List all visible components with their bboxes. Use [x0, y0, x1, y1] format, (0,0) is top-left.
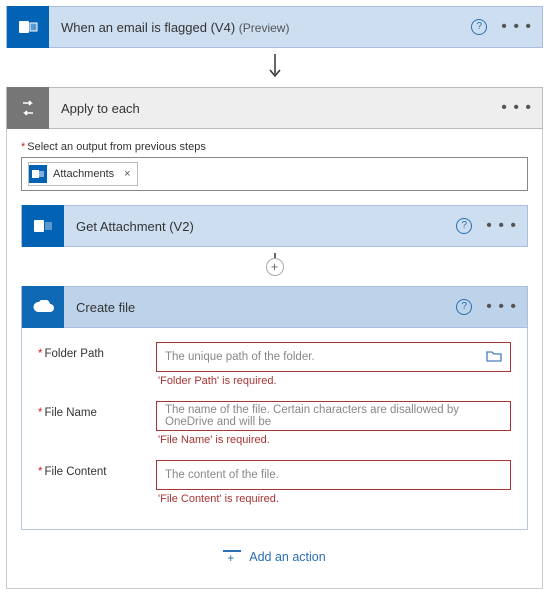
help-icon[interactable]: ?	[471, 19, 487, 35]
file-content-label: *File Content	[38, 460, 156, 478]
output-input[interactable]: Attachments ×	[21, 157, 528, 191]
help-icon[interactable]: ?	[456, 218, 472, 234]
get-attachment-card[interactable]: Get Attachment (V2) ? • • •	[21, 205, 528, 247]
create-file-title: Create file	[64, 300, 456, 315]
create-file-body: *Folder Path The unique path of the fold…	[21, 328, 528, 530]
arrow-connector	[6, 48, 543, 87]
add-action-icon	[223, 550, 241, 564]
more-icon[interactable]: • • •	[501, 22, 532, 32]
outlook-icon	[22, 205, 64, 247]
trigger-badge: (Preview)	[239, 21, 290, 35]
add-action-label: Add an action	[249, 550, 325, 564]
more-icon[interactable]: • • •	[486, 302, 517, 312]
onedrive-icon	[22, 286, 64, 328]
file-content-label-text: File Content	[44, 466, 106, 478]
foreach-header[interactable]: Apply to each • • •	[6, 87, 543, 129]
file-name-error: 'File Name' is required.	[158, 434, 511, 446]
folder-path-placeholder: The unique path of the folder.	[165, 351, 315, 363]
output-label-text: Select an output from previous steps	[27, 141, 206, 153]
foreach-body: *Select an output from previous steps At…	[6, 129, 543, 589]
file-name-label-text: File Name	[44, 407, 96, 419]
file-content-placeholder: The content of the file.	[165, 469, 279, 481]
file-content-error: 'File Content' is required.	[158, 493, 511, 505]
loop-icon	[7, 87, 49, 129]
required-marker: *	[21, 141, 25, 153]
file-name-label: *File Name	[38, 401, 156, 419]
help-icon[interactable]: ?	[456, 299, 472, 315]
trigger-card[interactable]: When an email is flagged (V4) (Preview) …	[6, 6, 543, 48]
add-action-button[interactable]: Add an action	[21, 530, 528, 570]
file-content-input[interactable]: The content of the file.	[156, 460, 511, 490]
folder-path-label: *Folder Path	[38, 342, 156, 360]
token-remove[interactable]: ×	[124, 168, 130, 180]
folder-picker-icon[interactable]	[486, 350, 502, 365]
trigger-title-text: When an email is flagged (V4)	[61, 20, 235, 35]
insert-step-button[interactable]: +	[266, 258, 284, 276]
get-attachment-title: Get Attachment (V2)	[64, 219, 456, 234]
folder-path-input[interactable]: The unique path of the folder.	[156, 342, 511, 372]
file-name-placeholder: The name of the file. Certain characters…	[165, 404, 502, 428]
outlook-icon	[7, 6, 49, 48]
foreach-title: Apply to each	[49, 101, 501, 116]
file-name-input[interactable]: The name of the file. Certain characters…	[156, 401, 511, 431]
output-label: *Select an output from previous steps	[21, 141, 528, 153]
outlook-icon	[29, 165, 47, 183]
create-file-header[interactable]: Create file ? • • •	[21, 286, 528, 328]
folder-path-label-text: Folder Path	[44, 348, 103, 360]
token-label: Attachments	[53, 168, 114, 180]
more-icon[interactable]: • • •	[501, 103, 532, 113]
attachments-token[interactable]: Attachments ×	[28, 162, 138, 186]
more-icon[interactable]: • • •	[486, 221, 517, 231]
trigger-title: When an email is flagged (V4) (Preview)	[49, 20, 471, 35]
folder-path-error: 'Folder Path' is required.	[158, 375, 511, 387]
arrow-connector: +	[21, 247, 528, 286]
